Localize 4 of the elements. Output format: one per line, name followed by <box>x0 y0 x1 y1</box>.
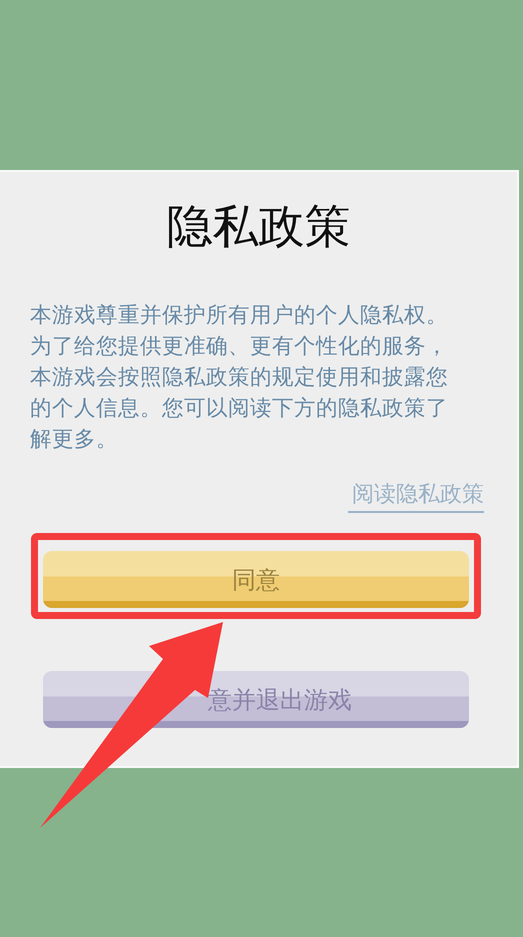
read-policy-link[interactable]: 阅读隐私政策 <box>348 481 484 513</box>
agree-button[interactable]: 同意 <box>43 551 469 608</box>
policy-message: 本游戏尊重并保护所有用户的个人隐私权。为了给您提供更准确、更有个性化的服务，本游戏会按照隐私政策的规定使用和披露您的个人信息。您可以阅读下方的隐私政策了解更多。 <box>30 302 449 454</box>
dialog-title: 隐私政策 <box>166 198 350 255</box>
